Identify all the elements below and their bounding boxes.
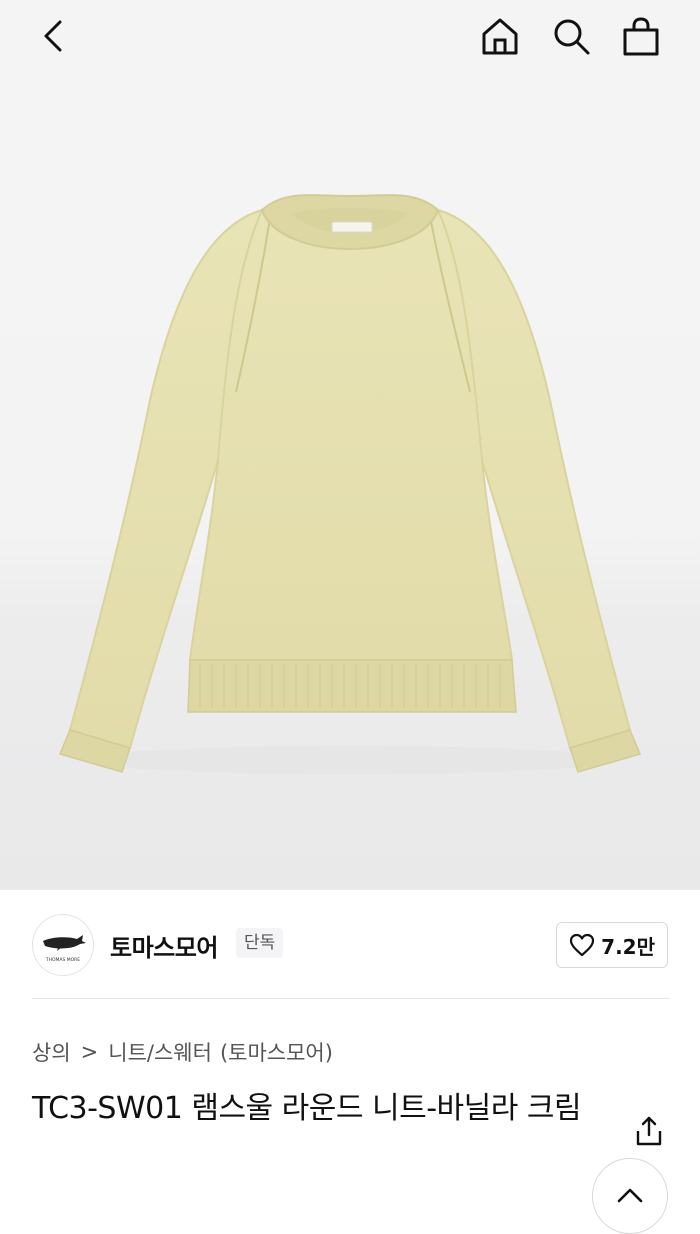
search-button[interactable] (549, 14, 593, 58)
shopping-bag-icon (623, 17, 659, 56)
breadcrumb-separator: > (80, 1040, 99, 1064)
section-divider (32, 998, 670, 999)
product-title: TC3-SW01 램스울 라운드 니트-바닐라 크림 (32, 1091, 582, 1126)
breadcrumb: 상의 > 니트/스웨터 (토마스모어) (32, 1037, 333, 1067)
like-count: 7.2만 (601, 934, 655, 959)
home-icon (482, 18, 518, 55)
chevron-left-icon (44, 20, 62, 52)
like-button[interactable]: 7.2만 (556, 922, 668, 968)
brand-row: THOMAS MORE 토마스모어 단독 7.2만 (0, 890, 700, 1000)
back-button[interactable] (32, 14, 76, 58)
sweater-illustration (58, 194, 642, 774)
scroll-to-top-button[interactable] (592, 1158, 668, 1234)
home-button[interactable] (478, 14, 522, 58)
product-image[interactable] (0, 0, 700, 890)
heart-icon (570, 933, 595, 957)
brand-name[interactable]: 토마스모어 (110, 928, 218, 963)
breadcrumb-brand-note[interactable]: (토마스모어) (220, 1037, 333, 1067)
share-icon (636, 1116, 662, 1146)
whale-logo-icon: THOMAS MORE (43, 935, 86, 963)
search-icon (554, 19, 590, 55)
brand-logo-text: THOMAS MORE (45, 957, 80, 963)
top-navigation-bar (0, 0, 700, 78)
cart-button[interactable] (619, 14, 663, 58)
chevron-up-icon (617, 1188, 643, 1203)
brand-logo[interactable]: THOMAS MORE (32, 914, 94, 976)
exclusive-badge: 단독 (236, 928, 284, 958)
share-button[interactable] (628, 1110, 670, 1152)
breadcrumb-subcategory[interactable]: 니트/스웨터 (108, 1037, 212, 1067)
breadcrumb-category[interactable]: 상의 (32, 1037, 71, 1067)
